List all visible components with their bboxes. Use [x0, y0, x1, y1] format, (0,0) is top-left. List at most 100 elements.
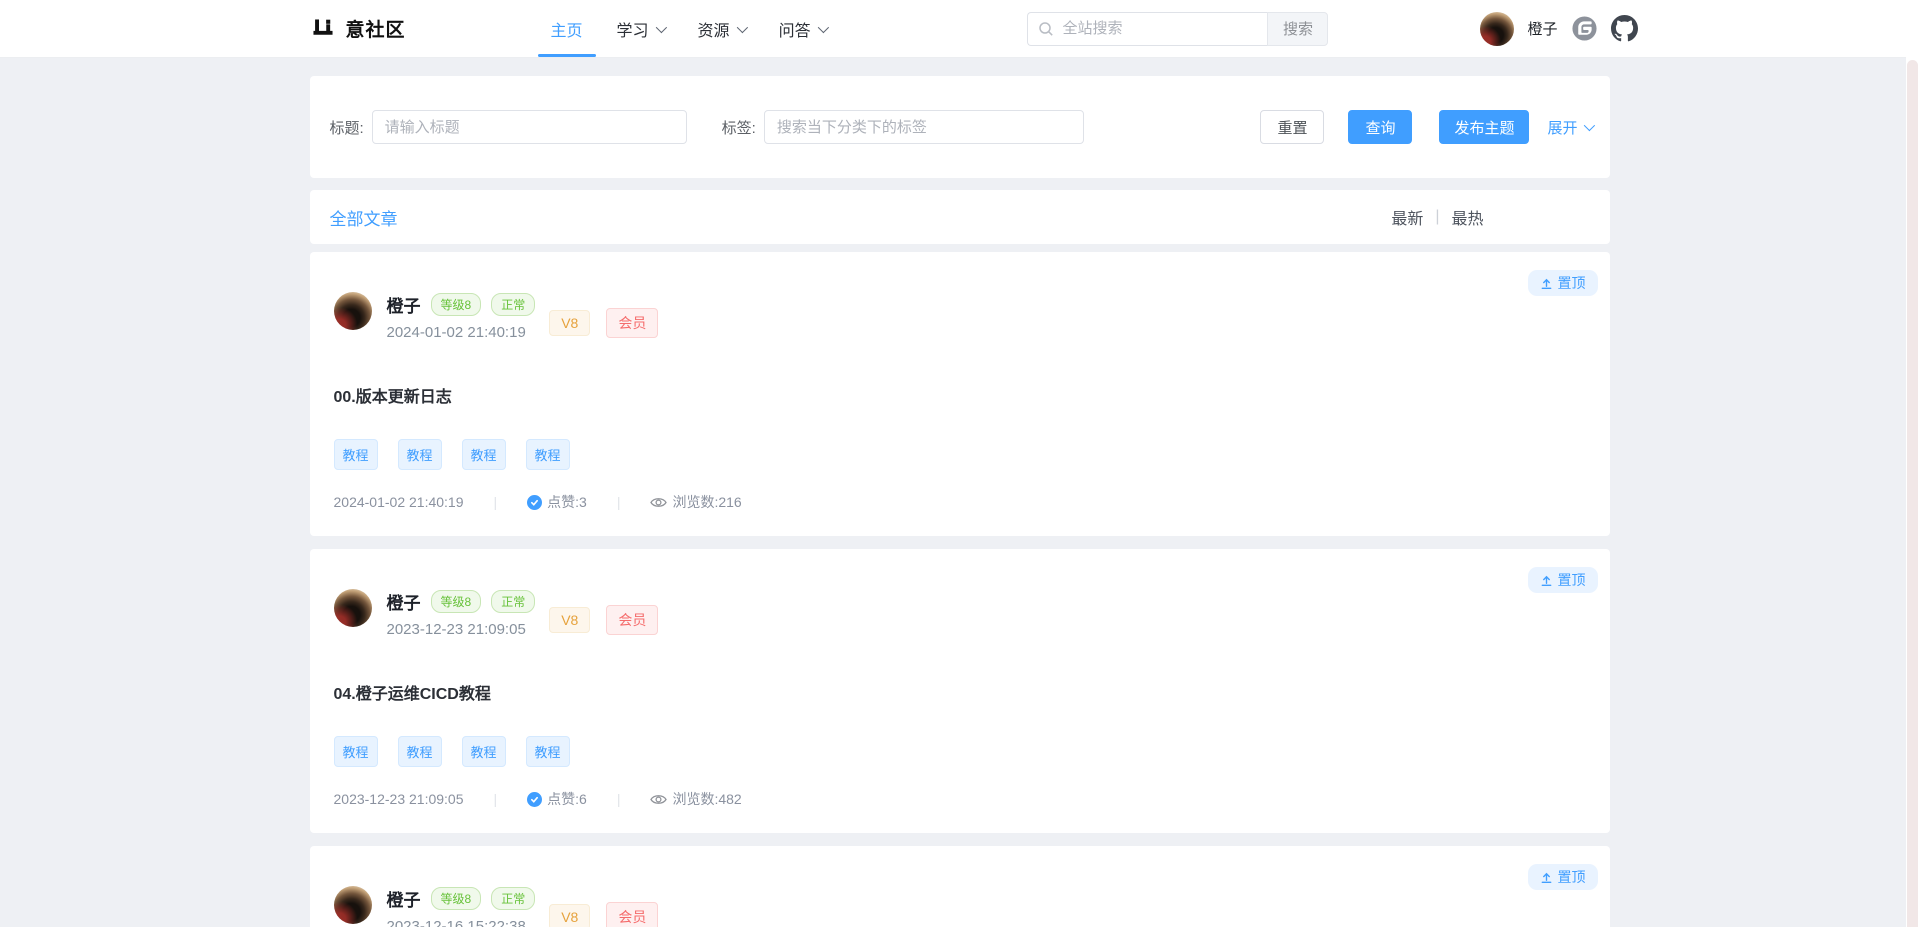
tag[interactable]: 教程 — [398, 439, 442, 470]
author-row: 橙子 等级8 正常 2023-12-16 15:22:38 V8 会员 — [334, 886, 1586, 927]
views-label: 浏览数:482 — [672, 789, 741, 809]
author-name[interactable]: 橙子 — [387, 886, 421, 911]
member-badge: 会员 — [606, 308, 658, 338]
post-title[interactable]: 04.橙子运维CICD教程 — [334, 680, 1586, 704]
nav-label: 问答 — [779, 17, 811, 41]
post-card: 置顶 橙子 等级8 正常 2023-12-16 15:22:38 V8 会员 — [310, 846, 1610, 927]
footer-date: 2024-01-02 21:40:19 — [334, 494, 464, 510]
scrollbar-thumb[interactable] — [1907, 60, 1918, 927]
likes-label: 点赞:6 — [547, 789, 587, 809]
post-date: 2024-01-02 21:40:19 — [387, 324, 536, 341]
pin-label: 置顶 — [1558, 273, 1586, 293]
gitee-icon[interactable] — [1571, 15, 1598, 42]
sort-group: 最新 | 最热 — [1391, 205, 1483, 229]
likes-stat: 点赞:3 — [527, 492, 587, 512]
level-badge: 等级8 — [431, 293, 482, 316]
search-input[interactable] — [1027, 12, 1267, 46]
author-info: 橙子 等级8 正常 2024-01-02 21:40:19 — [387, 292, 536, 341]
expand-toggle[interactable]: 展开 — [1547, 117, 1591, 138]
status-badge: 正常 — [491, 293, 535, 316]
views-stat: 浏览数:216 — [650, 492, 741, 512]
tag[interactable]: 教程 — [526, 736, 570, 767]
title-filter-input[interactable] — [372, 110, 687, 144]
status-badge: 正常 — [491, 590, 535, 613]
sort-newest[interactable]: 最新 — [1391, 205, 1423, 229]
site-header: 意社区 主页 学习 资源 问答 搜索 — [0, 0, 1919, 58]
footer-date: 2023-12-23 21:09:05 — [334, 791, 464, 807]
author-row: 橙子 等级8 正常 2023-12-23 21:09:05 V8 会员 — [334, 589, 1586, 638]
user-avatar[interactable] — [1480, 12, 1514, 46]
author-row: 橙子 等级8 正常 2024-01-02 21:40:19 V8 会员 — [334, 292, 1586, 341]
scrollbar[interactable] — [1906, 0, 1919, 927]
vip-badges: V8 会员 — [549, 605, 658, 635]
tag[interactable]: 教程 — [334, 439, 378, 470]
status-badge: 正常 — [491, 887, 535, 910]
author-avatar[interactable] — [334, 292, 372, 330]
author-info: 橙子 等级8 正常 2023-12-23 21:09:05 — [387, 589, 536, 638]
pin-button[interactable]: 置顶 — [1528, 864, 1598, 890]
member-badge: 会员 — [606, 902, 658, 927]
list-header: 全部文章 最新 | 最热 — [310, 190, 1610, 244]
footer-divider: | — [494, 494, 498, 510]
author-name[interactable]: 橙子 — [387, 589, 421, 614]
tag[interactable]: 教程 — [334, 736, 378, 767]
tag[interactable]: 教程 — [462, 439, 506, 470]
member-badge: 会员 — [606, 605, 658, 635]
tag[interactable]: 教程 — [526, 439, 570, 470]
pin-top-icon — [1540, 574, 1553, 587]
nav-item-learn[interactable]: 学习 — [600, 0, 681, 57]
chevron-down-icon — [655, 21, 666, 32]
all-articles-tab[interactable]: 全部文章 — [330, 205, 398, 230]
search-icon — [1038, 21, 1054, 37]
chevron-down-icon — [817, 21, 828, 32]
global-search: 搜索 — [1027, 12, 1328, 46]
pin-button[interactable]: 置顶 — [1528, 270, 1598, 296]
site-logo[interactable]: 意社区 — [310, 15, 406, 42]
author-avatar[interactable] — [334, 886, 372, 924]
tag[interactable]: 教程 — [398, 736, 442, 767]
nav-item-resources[interactable]: 资源 — [681, 0, 762, 57]
pin-top-icon — [1540, 871, 1553, 884]
filter-actions: 重置 查询 发布主题 展开 — [1260, 110, 1593, 144]
author-info: 橙子 等级8 正常 2023-12-16 15:22:38 — [387, 886, 536, 927]
likes-stat: 点赞:6 — [527, 789, 587, 809]
vip-badges: V8 会员 — [549, 902, 658, 927]
nav-item-qa[interactable]: 问答 — [762, 0, 843, 57]
author-avatar[interactable] — [334, 589, 372, 627]
pin-button[interactable]: 置顶 — [1528, 567, 1598, 593]
pin-label: 置顶 — [1558, 570, 1586, 590]
tags-row: 教程 教程 教程 教程 — [334, 736, 1586, 767]
post-title[interactable]: 00.版本更新日志 — [334, 383, 1586, 407]
nav-label: 资源 — [698, 17, 730, 41]
filter-bar: 标题: 标签: 重置 查询 发布主题 展开 — [310, 76, 1610, 178]
post-date: 2023-12-23 21:09:05 — [387, 621, 536, 638]
like-check-icon — [527, 792, 542, 807]
views-stat: 浏览数:482 — [650, 789, 741, 809]
footer-divider: | — [617, 494, 621, 510]
publish-topic-button[interactable]: 发布主题 — [1439, 110, 1529, 144]
search-button[interactable]: 搜索 — [1267, 12, 1328, 46]
vip-badge: V8 — [549, 310, 590, 336]
level-badge: 等级8 — [431, 590, 482, 613]
tags-row: 教程 教程 教程 教程 — [334, 439, 1586, 470]
tag-filter-input[interactable] — [764, 110, 1084, 144]
username[interactable]: 橙子 — [1527, 18, 1557, 39]
title-filter-label: 标题: — [330, 117, 364, 138]
post-card: 置顶 橙子 等级8 正常 2024-01-02 21:40:19 V8 会员 0 — [310, 252, 1610, 536]
footer-divider: | — [617, 791, 621, 807]
logo-icon — [310, 16, 336, 42]
likes-label: 点赞:3 — [547, 492, 587, 512]
eye-icon — [650, 793, 667, 806]
tag[interactable]: 教程 — [462, 736, 506, 767]
site-name: 意社区 — [346, 15, 406, 42]
pin-top-icon — [1540, 277, 1553, 290]
github-icon[interactable] — [1611, 15, 1638, 42]
chevron-down-icon — [1583, 120, 1594, 131]
post-date: 2023-12-16 15:22:38 — [387, 918, 536, 927]
nav-item-home[interactable]: 主页 — [534, 0, 600, 57]
author-name[interactable]: 橙子 — [387, 292, 421, 317]
reset-button[interactable]: 重置 — [1260, 110, 1324, 144]
views-label: 浏览数:216 — [672, 492, 741, 512]
sort-hottest[interactable]: 最热 — [1451, 205, 1483, 229]
query-button[interactable]: 查询 — [1348, 110, 1412, 144]
